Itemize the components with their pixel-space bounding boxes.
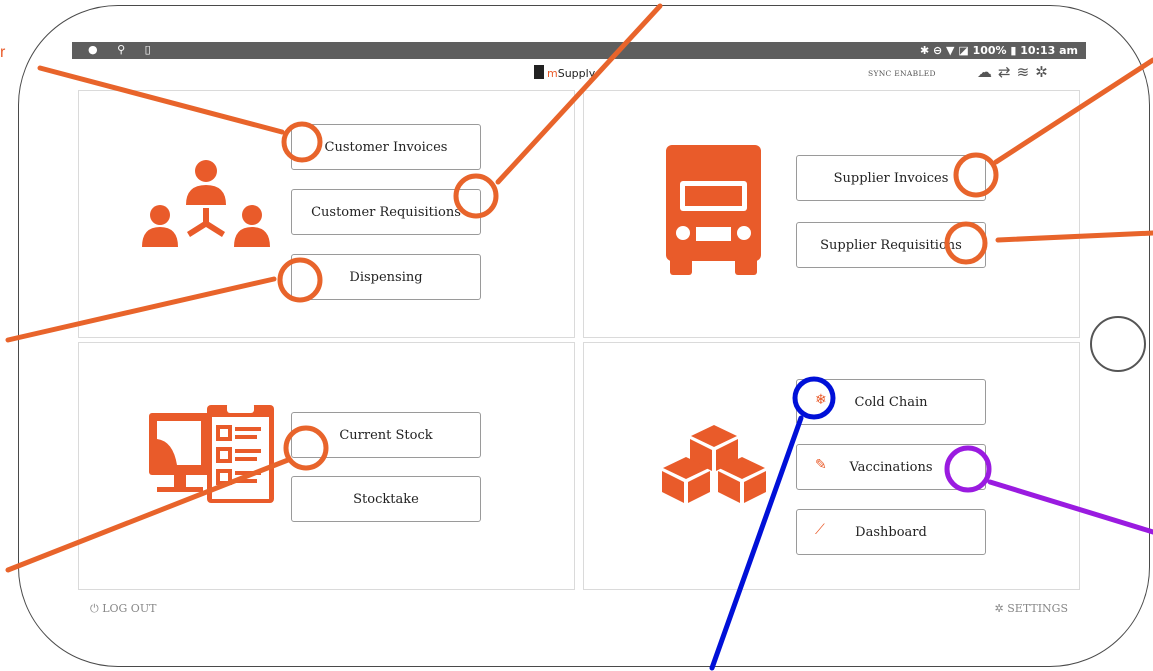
- settings-button[interactable]: ✲ SETTINGS: [995, 602, 1068, 615]
- cold-chain-button[interactable]: ❄ Cold Chain: [796, 379, 986, 425]
- stock-panel: [78, 342, 575, 590]
- cloud-icon[interactable]: ☁: [977, 63, 992, 81]
- sync-arrows-icon[interactable]: ⇄: [998, 63, 1011, 81]
- partial-annotation-text: r: [0, 44, 6, 61]
- truck-icon: [666, 145, 761, 275]
- customer-requisitions-button[interactable]: Customer Requisitions: [291, 189, 481, 235]
- vaccinations-button[interactable]: ✎ Vaccinations: [796, 444, 986, 490]
- supplier-requisitions-button[interactable]: Supplier Requisitions: [796, 222, 986, 268]
- person-logo-icon: [534, 65, 544, 79]
- syringe-icon: ✎: [815, 457, 827, 473]
- snowflake-icon: ❄: [815, 392, 827, 408]
- dashboard-label: Dashboard: [855, 524, 927, 540]
- dashboard-button[interactable]: ⟋ Dashboard: [796, 509, 986, 555]
- stock-clipboard-icon: [149, 405, 274, 503]
- current-stock-button[interactable]: Current Stock: [291, 412, 481, 458]
- app-header: mSupply SYNC ENABLED ☁ ⇄ ≋ ✲: [72, 59, 1086, 87]
- dispensing-button[interactable]: Dispensing: [291, 254, 481, 300]
- feed-icon[interactable]: ≋: [1017, 63, 1030, 81]
- app-screen: ● ⚲ ▯ ✱ ⊖ ▼ ◪ 100% ▮ 10:13 am mSupply SY…: [72, 42, 1086, 624]
- customers-icon: [142, 160, 270, 247]
- tablet-home-button[interactable]: [1090, 316, 1146, 372]
- header-icons: ☁ ⇄ ≋ ✲: [977, 63, 1054, 81]
- customer-invoices-button[interactable]: Customer Invoices: [291, 124, 481, 170]
- status-indicators: ✱ ⊖ ▼ ◪ 100% ▮ 10:13 am: [919, 44, 1078, 57]
- logout-button[interactable]: ⏻ LOG OUT: [90, 602, 156, 616]
- cold-chain-label: Cold Chain: [854, 394, 928, 410]
- status-bar: ● ⚲ ▯ ✱ ⊖ ▼ ◪ 100% ▮ 10:13 am: [72, 42, 1086, 59]
- chart-line-icon: ⟋: [815, 522, 825, 538]
- sync-status-label: SYNC ENABLED: [868, 69, 936, 78]
- status-icons-left: ● ⚲ ▯: [88, 43, 159, 56]
- boxes-icon: [662, 425, 766, 503]
- footer-bar: ⏻ LOG OUT ✲ SETTINGS: [72, 594, 1086, 624]
- supplier-panel: [583, 90, 1080, 338]
- stocktake-button[interactable]: Stocktake: [291, 476, 481, 522]
- supplier-invoices-button[interactable]: Supplier Invoices: [796, 155, 986, 201]
- msupply-logo: mSupply: [534, 65, 595, 80]
- gear-icon[interactable]: ✲: [1035, 63, 1048, 81]
- vaccinations-label: Vaccinations: [849, 459, 933, 475]
